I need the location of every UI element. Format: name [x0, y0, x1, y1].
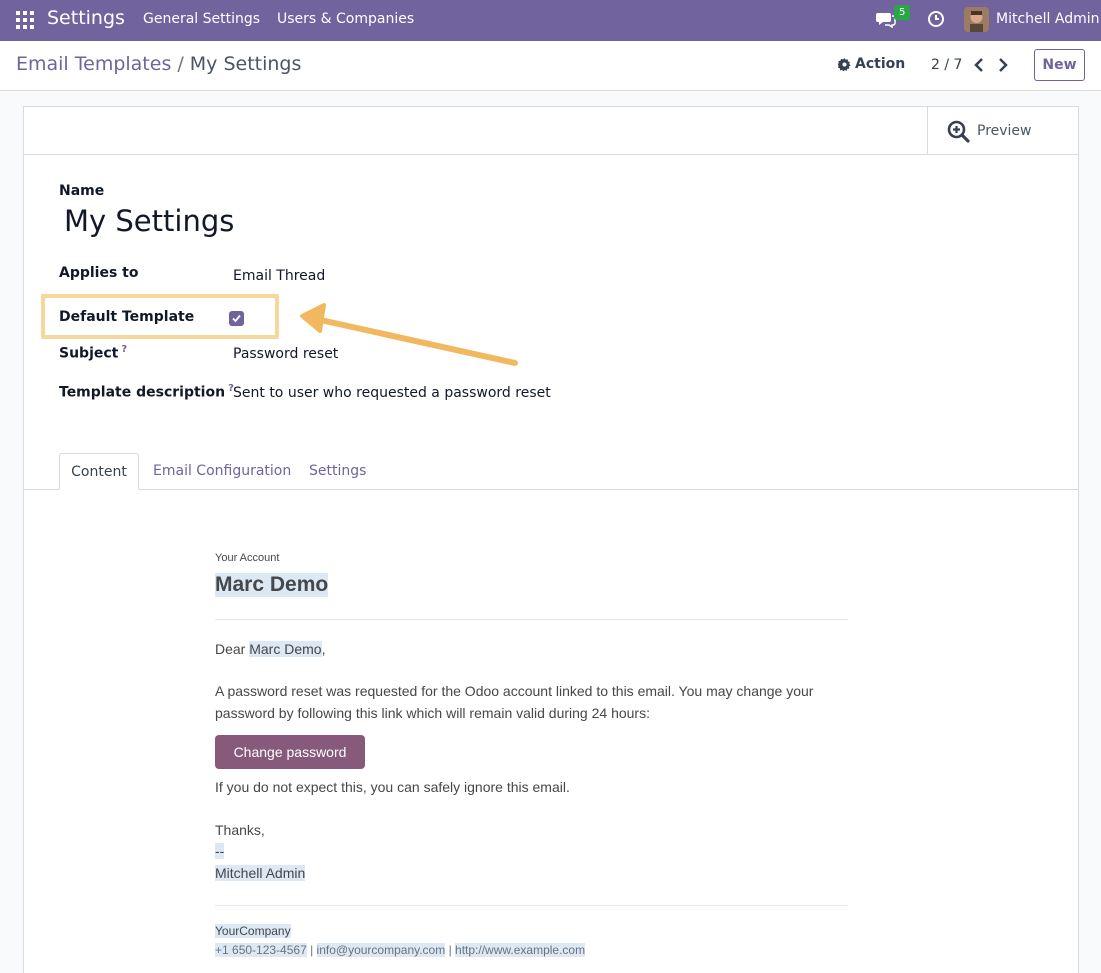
subject-label: Subject?	[59, 344, 127, 362]
notebook-tabs: Content Email Configuration Settings	[24, 453, 1078, 490]
template-description-field[interactable]: Sent to user who requested a password re…	[233, 385, 551, 401]
zoom-in-icon	[947, 120, 970, 143]
menu-general-settings[interactable]: General Settings	[143, 11, 260, 27]
pager-previous-icon[interactable]	[972, 56, 986, 74]
footer-separator-2: |	[445, 943, 456, 957]
template-description-label: Template description?	[59, 383, 234, 401]
name-label: Name	[59, 183, 105, 199]
greeting-prefix: Dear	[215, 641, 250, 657]
company-email: info@yourcompany.com	[316, 943, 446, 957]
pager-value[interactable]: 2 / 7	[931, 57, 962, 73]
new-button[interactable]: New	[1034, 49, 1085, 81]
email-signature-dash: --	[215, 840, 848, 862]
tab-content[interactable]: Content	[59, 453, 139, 490]
footer-separator-1: |	[306, 943, 317, 957]
greeting-name: Marc Demo	[249, 641, 322, 657]
menu-users-companies[interactable]: Users & Companies	[277, 11, 414, 27]
chat-icon[interactable]	[876, 10, 896, 28]
tab-email-configuration[interactable]: Email Configuration	[153, 453, 291, 490]
change-password-button[interactable]: Change password	[215, 735, 365, 769]
breadcrumb-current: My Settings	[189, 53, 302, 75]
breadcrumb-email-templates[interactable]: Email Templates	[16, 53, 171, 75]
subject-label-text: Subject	[59, 345, 119, 362]
tab-settings[interactable]: Settings	[309, 453, 366, 490]
company-website: http://www.example.com	[455, 943, 586, 957]
preview-button[interactable]: Preview	[927, 107, 1078, 155]
email-divider	[215, 619, 848, 620]
button-box: Preview	[24, 107, 1078, 155]
annotation-arrow-icon	[300, 303, 518, 366]
preview-label: Preview	[977, 123, 1032, 139]
email-body-text: A password reset was requested for the O…	[215, 683, 814, 721]
checkmark-icon	[232, 314, 241, 323]
company-name-line: YourCompany	[215, 924, 291, 938]
company-contact-line: +1 650-123-4567 | info@yourcompany.com |…	[215, 943, 586, 957]
subject-help-tooltip[interactable]: ?	[121, 344, 127, 355]
control-panel: Email Templates / My Settings Action 2 / 7…	[0, 41, 1101, 91]
email-ignore-text: If you do not expect this, you can safel…	[215, 779, 570, 795]
applies-to-field[interactable]: Email Thread	[233, 268, 325, 284]
email-eyebrow: Your Account	[215, 552, 280, 564]
activity-clock-icon[interactable]	[927, 10, 945, 28]
gear-icon	[838, 57, 851, 71]
user-avatar[interactable]	[964, 7, 989, 32]
company-name: YourCompany	[215, 924, 291, 938]
signature-dash: --	[215, 843, 225, 859]
form-sheet: Preview Name My Settings Applies to Emai…	[23, 106, 1079, 973]
breadcrumb-separator: /	[177, 53, 184, 75]
template-description-label-text: Template description	[59, 384, 226, 401]
signature-name: Mitchell Admin	[215, 865, 306, 881]
email-thanks: Thanks,	[215, 822, 265, 838]
message-count-badge: 5	[894, 5, 911, 20]
name-field[interactable]: My Settings	[64, 204, 234, 238]
action-button[interactable]: Action	[838, 56, 905, 72]
user-menu-name[interactable]: Mitchell Admin	[996, 11, 1100, 27]
applies-to-label: Applies to	[59, 265, 139, 281]
breadcrumb: Email Templates / My Settings	[16, 53, 301, 75]
email-footer-divider	[215, 905, 848, 906]
email-greeting: Dear Marc Demo,	[215, 638, 848, 660]
email-title: Marc Demo	[215, 573, 329, 597]
action-label: Action	[855, 56, 906, 72]
pager-next-icon[interactable]	[996, 56, 1010, 74]
company-phone: +1 650-123-4567	[215, 943, 307, 957]
app-brand[interactable]: Settings	[47, 7, 125, 29]
default-template-label: Default Template	[59, 309, 195, 325]
top-navbar: Settings General Settings Users & Compan…	[0, 0, 1101, 41]
apps-grid-icon[interactable]	[16, 11, 34, 29]
greeting-suffix: ,	[321, 641, 326, 657]
email-signature-name: Mitchell Admin	[215, 862, 848, 884]
default-template-checkbox[interactable]	[229, 311, 244, 326]
